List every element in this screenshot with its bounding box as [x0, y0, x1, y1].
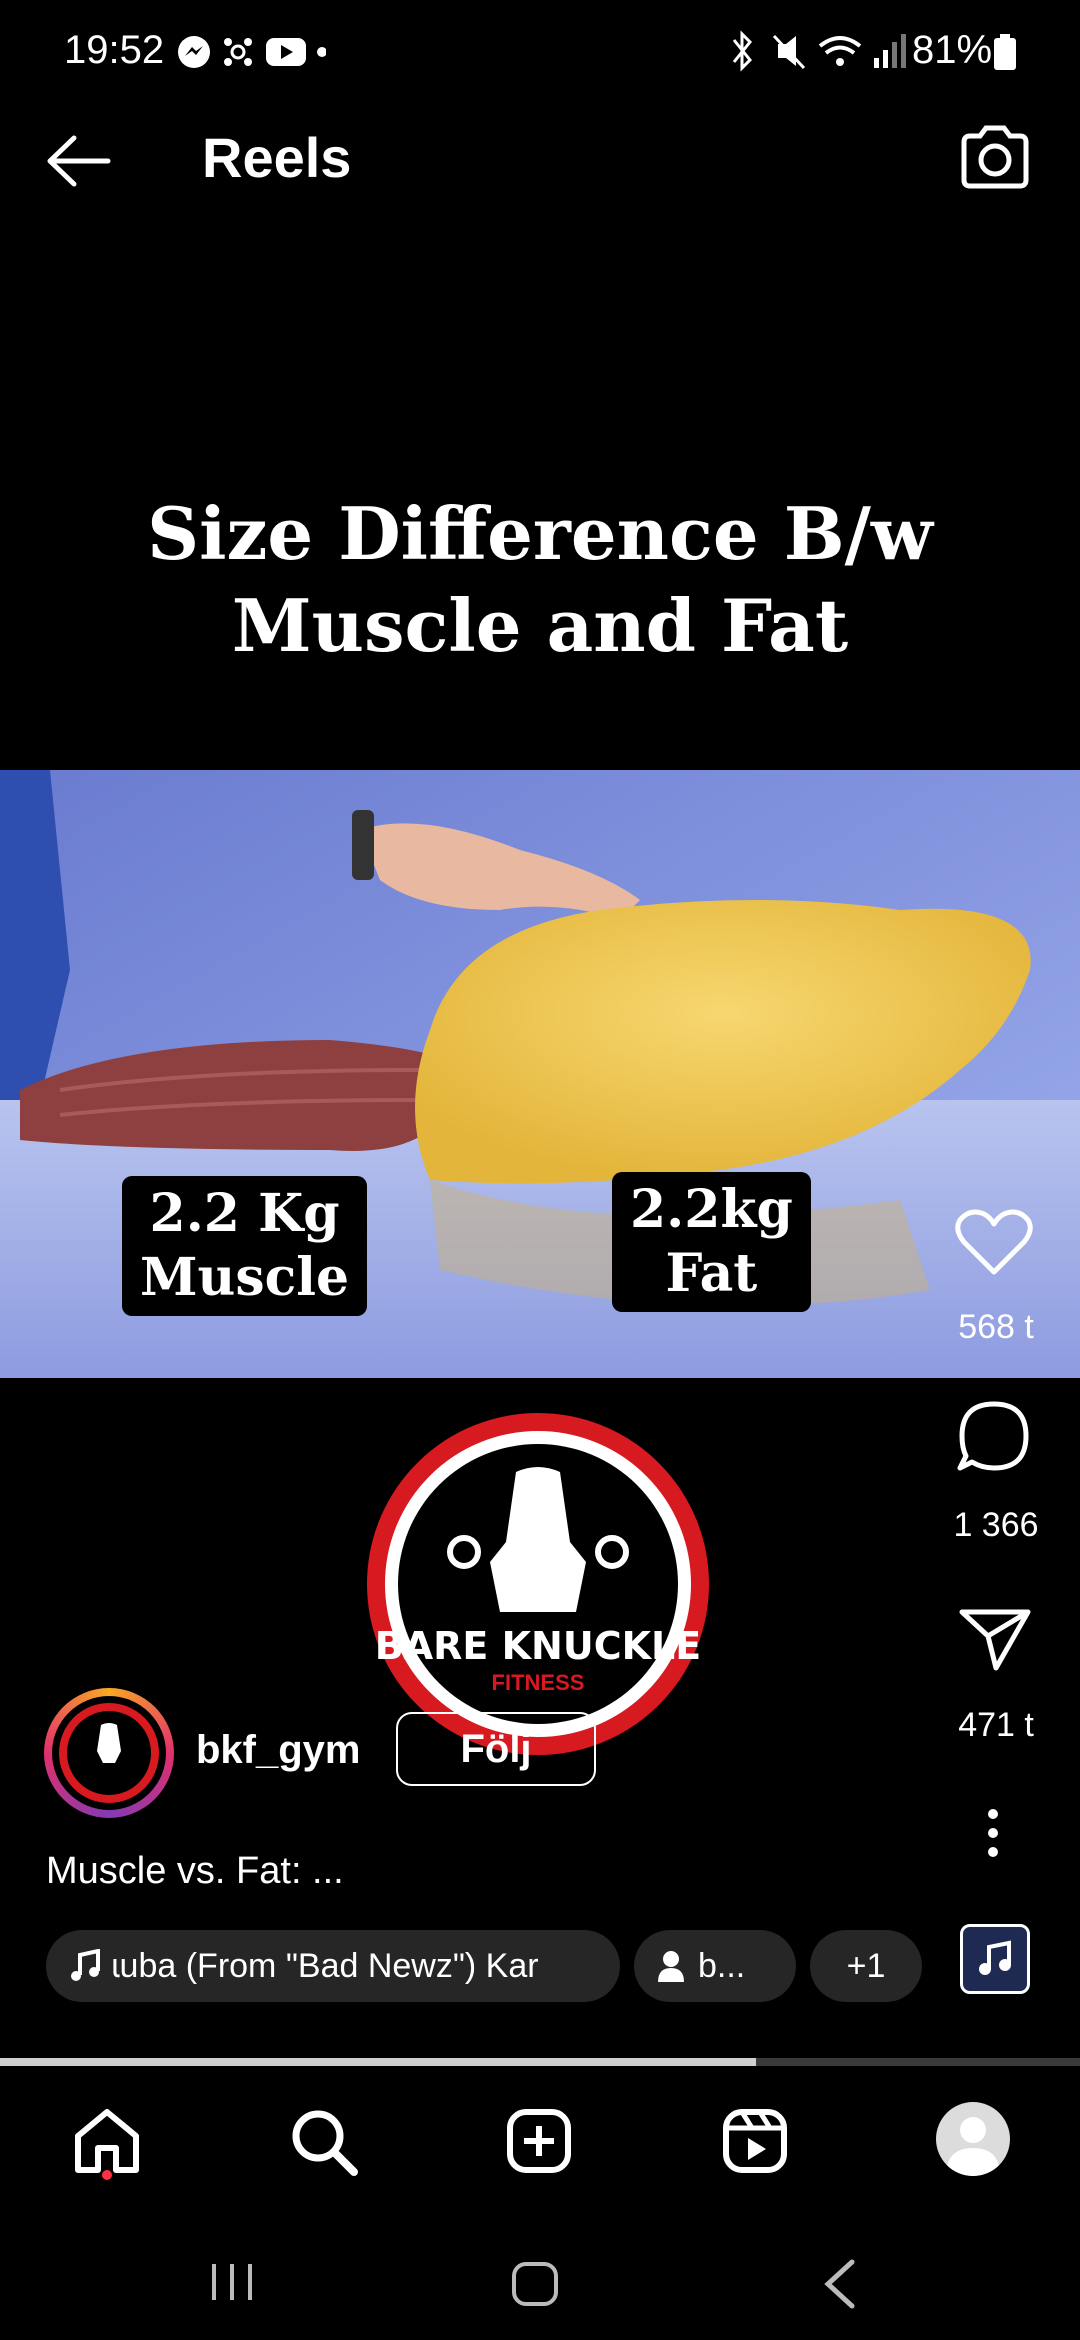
- search-icon[interactable]: [288, 2106, 360, 2178]
- recent-apps-icon[interactable]: [208, 2260, 258, 2304]
- music-note-icon: [71, 1949, 100, 1981]
- share-icon[interactable]: [958, 1606, 1032, 1672]
- bottom-nav: [0, 2070, 1080, 2210]
- person-icon: [658, 1951, 684, 1982]
- home-icon[interactable]: [72, 2106, 142, 2178]
- audio-thumbnail[interactable]: [960, 1924, 1030, 1994]
- heart-icon[interactable]: [954, 1208, 1034, 1278]
- label-fat-line1: 2.2kg: [630, 1179, 793, 1240]
- create-post-icon[interactable]: [506, 2108, 572, 2174]
- video-title-line1: Size Difference B/w: [147, 491, 933, 576]
- home-system-icon[interactable]: [510, 2260, 560, 2308]
- status-bar: 19:52 81%: [0, 0, 1080, 100]
- system-status-icons: [732, 30, 906, 72]
- system-nav: [0, 2210, 1080, 2340]
- label-muscle-line1: 2.2 Kg: [149, 1183, 340, 1244]
- label-fat-line2: Fat: [665, 1243, 758, 1304]
- avatar-logo-icon: [59, 1703, 159, 1803]
- back-arrow-icon[interactable]: [44, 134, 114, 188]
- tagged-people-pill[interactable]: b...: [634, 1930, 796, 2002]
- music-note-icon: [979, 1940, 1011, 1975]
- avatar-ring[interactable]: [44, 1688, 174, 1818]
- comment-count: 1 366: [953, 1506, 1039, 1544]
- profile-avatar[interactable]: [936, 2102, 1010, 2176]
- back-system-icon[interactable]: [820, 2258, 860, 2310]
- video-title: Size Difference B/w Muscle and Fat: [0, 488, 1080, 672]
- video-progress-fill: [0, 2058, 756, 2066]
- label-muscle-line2: Muscle: [140, 1247, 350, 1308]
- more-tags-pill[interactable]: +1: [810, 1930, 922, 2002]
- brand-logo: BARE KNUCKLE FITNESS: [366, 1412, 710, 1756]
- comment-icon[interactable]: [956, 1398, 1032, 1474]
- username[interactable]: bkf_gym: [196, 1728, 361, 1773]
- battery-icon: [994, 34, 1016, 70]
- logo-text: BARE KNUCKLE: [374, 1624, 702, 1668]
- music-pill[interactable]: ɩuba (From "Bad Newz") Kar: [46, 1930, 620, 2002]
- notification-dot: [102, 2170, 112, 2180]
- more-options-icon[interactable]: [986, 1808, 1000, 1858]
- clock: 19:52: [64, 28, 165, 72]
- share-count: 471 t: [958, 1706, 1034, 1744]
- notification-icons: [178, 36, 326, 68]
- label-fat: 2.2kg Fat: [612, 1172, 811, 1312]
- tagged-people-text: b...: [698, 1946, 746, 1985]
- battery-percent: 81%: [912, 28, 993, 72]
- label-muscle: 2.2 Kg Muscle: [122, 1176, 368, 1316]
- follow-button[interactable]: Följ: [396, 1712, 596, 1786]
- logo-subtext: FITNESS: [491, 1670, 585, 1695]
- like-count: 568 t: [958, 1308, 1034, 1346]
- music-pill-text: ɩuba (From "Bad Newz") Kar: [112, 1946, 539, 1985]
- more-tags-text: +1: [846, 1946, 886, 1985]
- reels-icon[interactable]: [722, 2108, 788, 2174]
- caption[interactable]: Muscle vs. Fat: ...: [46, 1850, 344, 1893]
- video-title-line2: Muscle and Fat: [231, 583, 849, 668]
- default-avatar-icon: [946, 2117, 1000, 2176]
- camera-icon[interactable]: [958, 124, 1032, 190]
- video-frame[interactable]: 2.2 Kg Muscle 2.2kg Fat: [0, 770, 1080, 1378]
- avatar: [52, 1696, 166, 1810]
- page-title: Reels: [202, 126, 352, 189]
